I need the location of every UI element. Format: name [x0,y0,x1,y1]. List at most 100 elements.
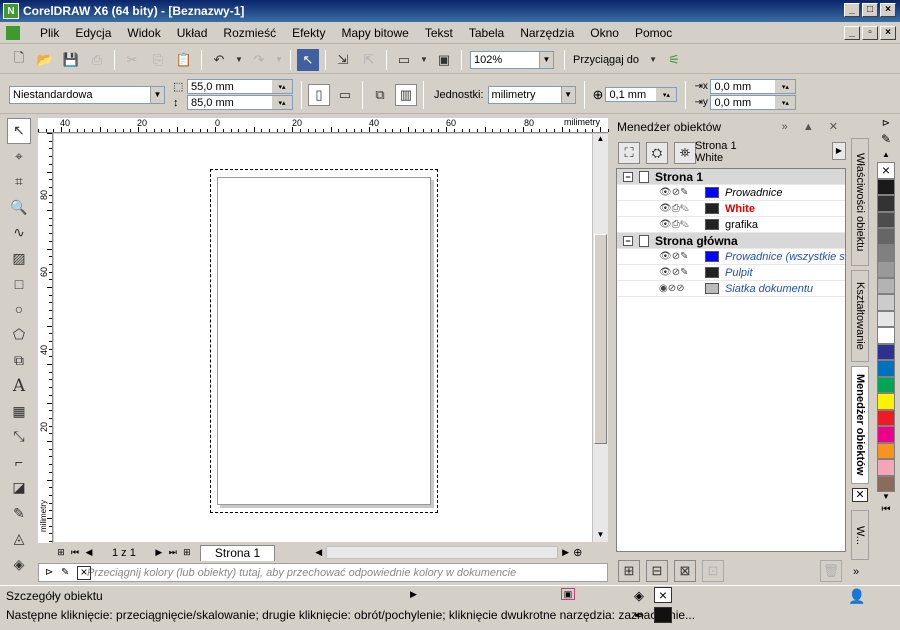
chevron-down-icon[interactable]: ▼ [539,51,553,68]
print-icon[interactable]: ⎙ [86,49,108,71]
add-page-after-icon[interactable]: ⊞ [180,547,194,558]
units-combo[interactable]: milimetry ▼ [487,85,576,104]
next-page-icon[interactable]: ▶ [152,547,166,558]
color-swatch[interactable] [877,195,895,212]
collapse-icon[interactable]: − [623,171,633,182]
color-swatch[interactable] [877,261,895,278]
copy-icon[interactable]: ⎘ [147,49,169,71]
dimension-tool-icon[interactable]: ⤡ [7,424,31,450]
expand-dockers-icon[interactable]: » [853,566,859,578]
table-tool-icon[interactable]: ▦ [7,399,31,425]
search-content-icon[interactable]: ↖ [297,48,319,71]
text-tool-icon[interactable]: A [7,373,31,399]
menu-widok[interactable]: Widok [119,26,168,40]
spin-arrows-icon[interactable]: ▾▴ [272,96,292,109]
ellipse-tool-icon[interactable]: ○ [7,297,31,323]
redo-dropdown-icon[interactable]: ▼ [274,49,284,71]
snap-to-label[interactable]: Przyciągaj do [573,54,639,66]
connector-tool-icon[interactable]: ⌐ [7,450,31,476]
doc-minimize-button[interactable]: _ [844,26,860,40]
menu-narzedzia[interactable]: Narzędzia [512,26,582,40]
user-icon[interactable]: 👤 [848,588,865,605]
new-master-layer-icon[interactable]: ⊟ [646,560,668,582]
menu-efekty[interactable]: Efekty [284,26,333,40]
shape-tool-icon[interactable]: ⌖ [7,144,31,170]
portrait-icon[interactable]: ▯ [308,83,330,106]
undo-dropdown-icon[interactable]: ▼ [234,49,244,71]
duplicate-x-input[interactable]: 0,0 mm ▾▴ [710,79,797,94]
color-swatch[interactable] [877,393,895,410]
page-tab[interactable]: Strona 1 [199,544,276,561]
tab-object-manager[interactable]: Menedżer obiektów [851,366,869,484]
color-proof-icon[interactable]: ▣ [561,588,575,600]
horizontal-scrollbar[interactable] [326,546,559,559]
document-palette[interactable]: ⊳ ✎ × Przeciągnij kolory (lub obiekty) t… [38,563,608,582]
spin-arrows-icon[interactable]: ▾▴ [775,80,796,93]
flyout-menu-icon[interactable]: ▶ [832,142,846,160]
spin-arrows-icon[interactable]: ▾▴ [775,96,796,109]
new-master-all-pages-icon[interactable]: ⊠ [674,560,696,582]
eyedropper-tool-icon[interactable]: ✎ [7,501,31,527]
menu-edycja[interactable]: Edycja [67,26,119,40]
snap-dropdown-icon[interactable]: ▼ [647,49,659,71]
color-swatch[interactable] [877,475,895,492]
page-row[interactable]: − Strona 1 [617,169,845,185]
menu-uklad[interactable]: Układ [169,26,216,40]
color-swatch[interactable] [877,294,895,311]
layer-color-swatch[interactable] [705,267,719,278]
color-swatch[interactable] [877,244,895,261]
page-width-input[interactable]: 55,0 mm ▾▴ [187,79,293,94]
no-fill-swatch[interactable]: × [877,162,895,179]
palette-scroll-up-icon[interactable]: ▲ [876,150,896,162]
polygon-tool-icon[interactable]: ⬠ [7,322,31,348]
close-button[interactable]: × [880,3,896,17]
palette-flyout-icon[interactable]: ⊳ [876,118,896,132]
layer-row[interactable]: ◉⊘⊘ Siatka dokumentu [617,281,845,297]
layer-color-swatch[interactable] [705,219,719,230]
zoom-tool-icon[interactable]: 🔍 [7,195,31,221]
export-icon[interactable]: ⇱ [358,49,380,71]
layer-color-swatch[interactable] [705,251,719,262]
color-swatch[interactable] [877,442,895,459]
color-swatch[interactable] [877,310,895,327]
move-layer-icon[interactable]: ⊡ [702,560,724,582]
status-expand-icon[interactable]: ▶ [410,589,417,600]
layer-color-swatch[interactable] [705,203,719,214]
add-page-before-icon[interactable]: ⊞ [54,547,68,558]
menu-pomoc[interactable]: Pomoc [627,26,680,40]
color-swatch[interactable] [877,409,895,426]
edit-across-layers-icon[interactable]: ⛭ [646,142,668,164]
all-pages-icon[interactable]: ⧉ [369,84,391,106]
pick-tool-icon[interactable]: ↖ [7,118,31,144]
spin-arrows-icon[interactable]: ▾▴ [272,80,292,93]
new-layer-icon[interactable]: ⊞ [618,560,640,582]
color-swatch[interactable] [877,459,895,476]
layer-row[interactable]: 👁⎙✎ White [617,201,845,217]
redo-icon[interactable]: ↷ [248,49,270,71]
zoom-navigator-icon[interactable]: ⊕ [573,546,582,559]
layer-color-swatch[interactable] [705,187,719,198]
fill-tool-icon[interactable]: ◈ [7,552,31,578]
maximize-button[interactable]: □ [862,3,878,17]
scroll-left-icon[interactable]: ◀ [315,547,322,558]
scroll-down-icon[interactable]: ▼ [593,530,608,542]
palette-expand-icon[interactable]: ⏮ [876,504,896,518]
open-icon[interactable]: 📂 [34,49,56,71]
welcome-screen-icon[interactable]: ▣ [433,49,455,71]
import-icon[interactable]: ⇲ [332,49,354,71]
menu-mapy-bitowe[interactable]: Mapy bitowe [333,26,416,40]
page-height-input[interactable]: 85,0 mm ▾▴ [187,95,293,110]
rectangle-tool-icon[interactable]: □ [7,271,31,297]
layer-visibility-print-lock-icons[interactable]: ◉⊘⊘ [659,283,705,294]
close-docker-icon[interactable]: ✕ [852,488,868,502]
layer-visibility-print-lock-icons[interactable]: 👁⊘✎ [659,187,705,198]
tab-more[interactable]: W... [851,510,869,560]
undo-icon[interactable]: ↶ [208,49,230,71]
options-icon[interactable]: ⚟ [663,49,685,71]
chevron-down-icon[interactable]: ▼ [560,86,575,103]
color-swatch[interactable] [877,343,895,360]
new-document-icon[interactable]: 🗋 [8,49,30,71]
zoom-level-combo[interactable]: 102% ▼ [470,50,554,69]
doc-restore-button[interactable]: ▫ [862,26,878,40]
eyedropper-icon[interactable]: ✎ [61,567,69,578]
